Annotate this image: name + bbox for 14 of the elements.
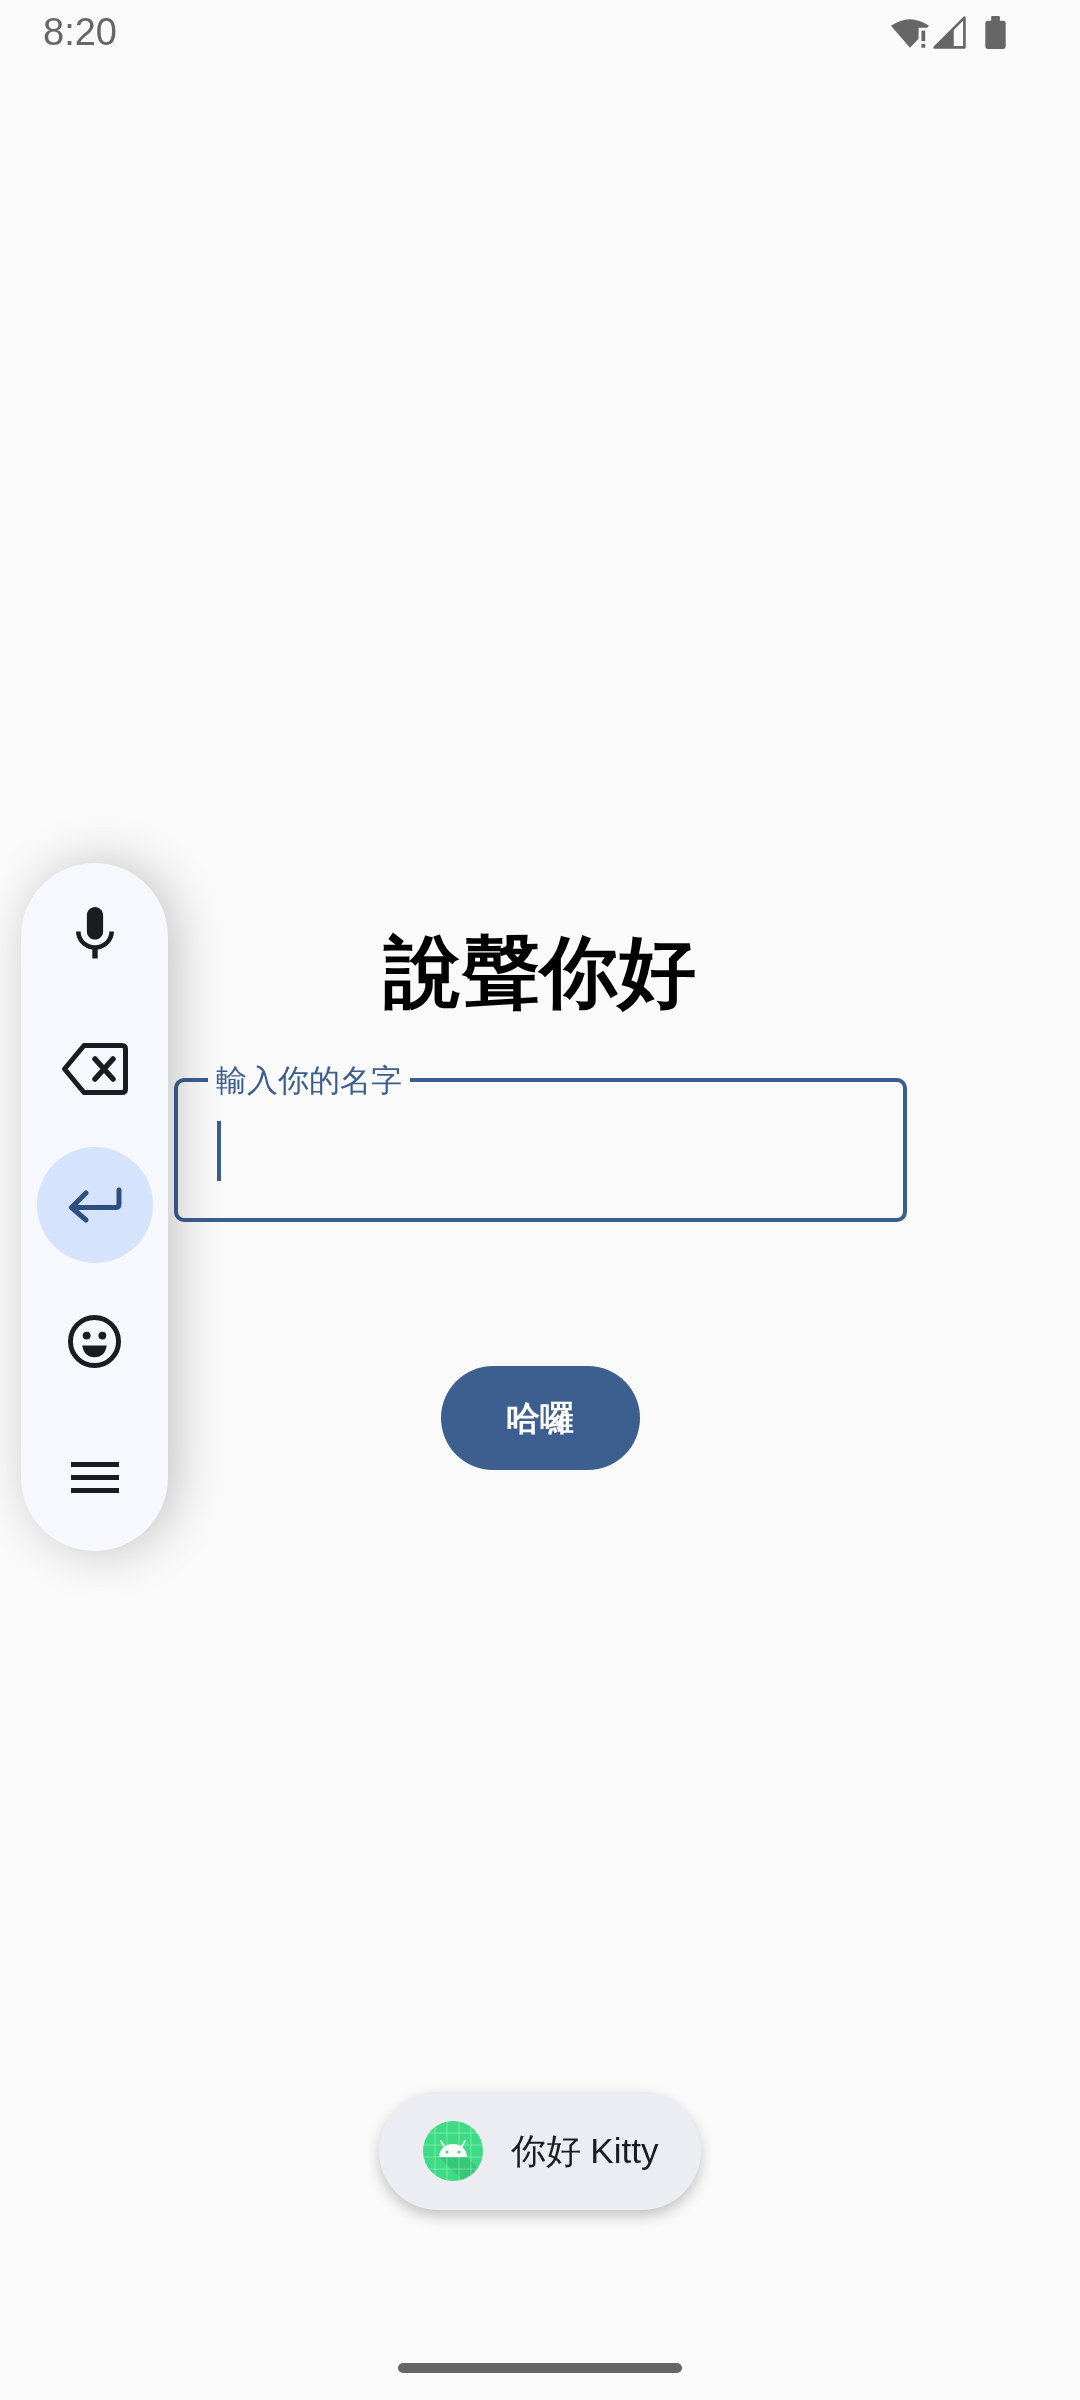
battery-icon [985, 15, 1006, 49]
name-input-field[interactable]: 輸入你的名字 [173, 1061, 907, 1222]
menu-icon [70, 1461, 119, 1493]
page-title: 說聲你好 [384, 927, 696, 1018]
signal-icon [933, 15, 966, 49]
toast-message: 你好 Kitty [510, 2130, 659, 2172]
text-cursor [216, 1120, 221, 1181]
backspace-icon [60, 1042, 129, 1096]
enter-icon [66, 1187, 123, 1223]
app-icon [422, 2121, 483, 2181]
smiley-icon [68, 1314, 121, 1368]
microphone-icon [75, 907, 114, 959]
greet-button[interactable]: 哈囉 [440, 1365, 640, 1470]
status-time: 8:20 [43, 13, 117, 51]
